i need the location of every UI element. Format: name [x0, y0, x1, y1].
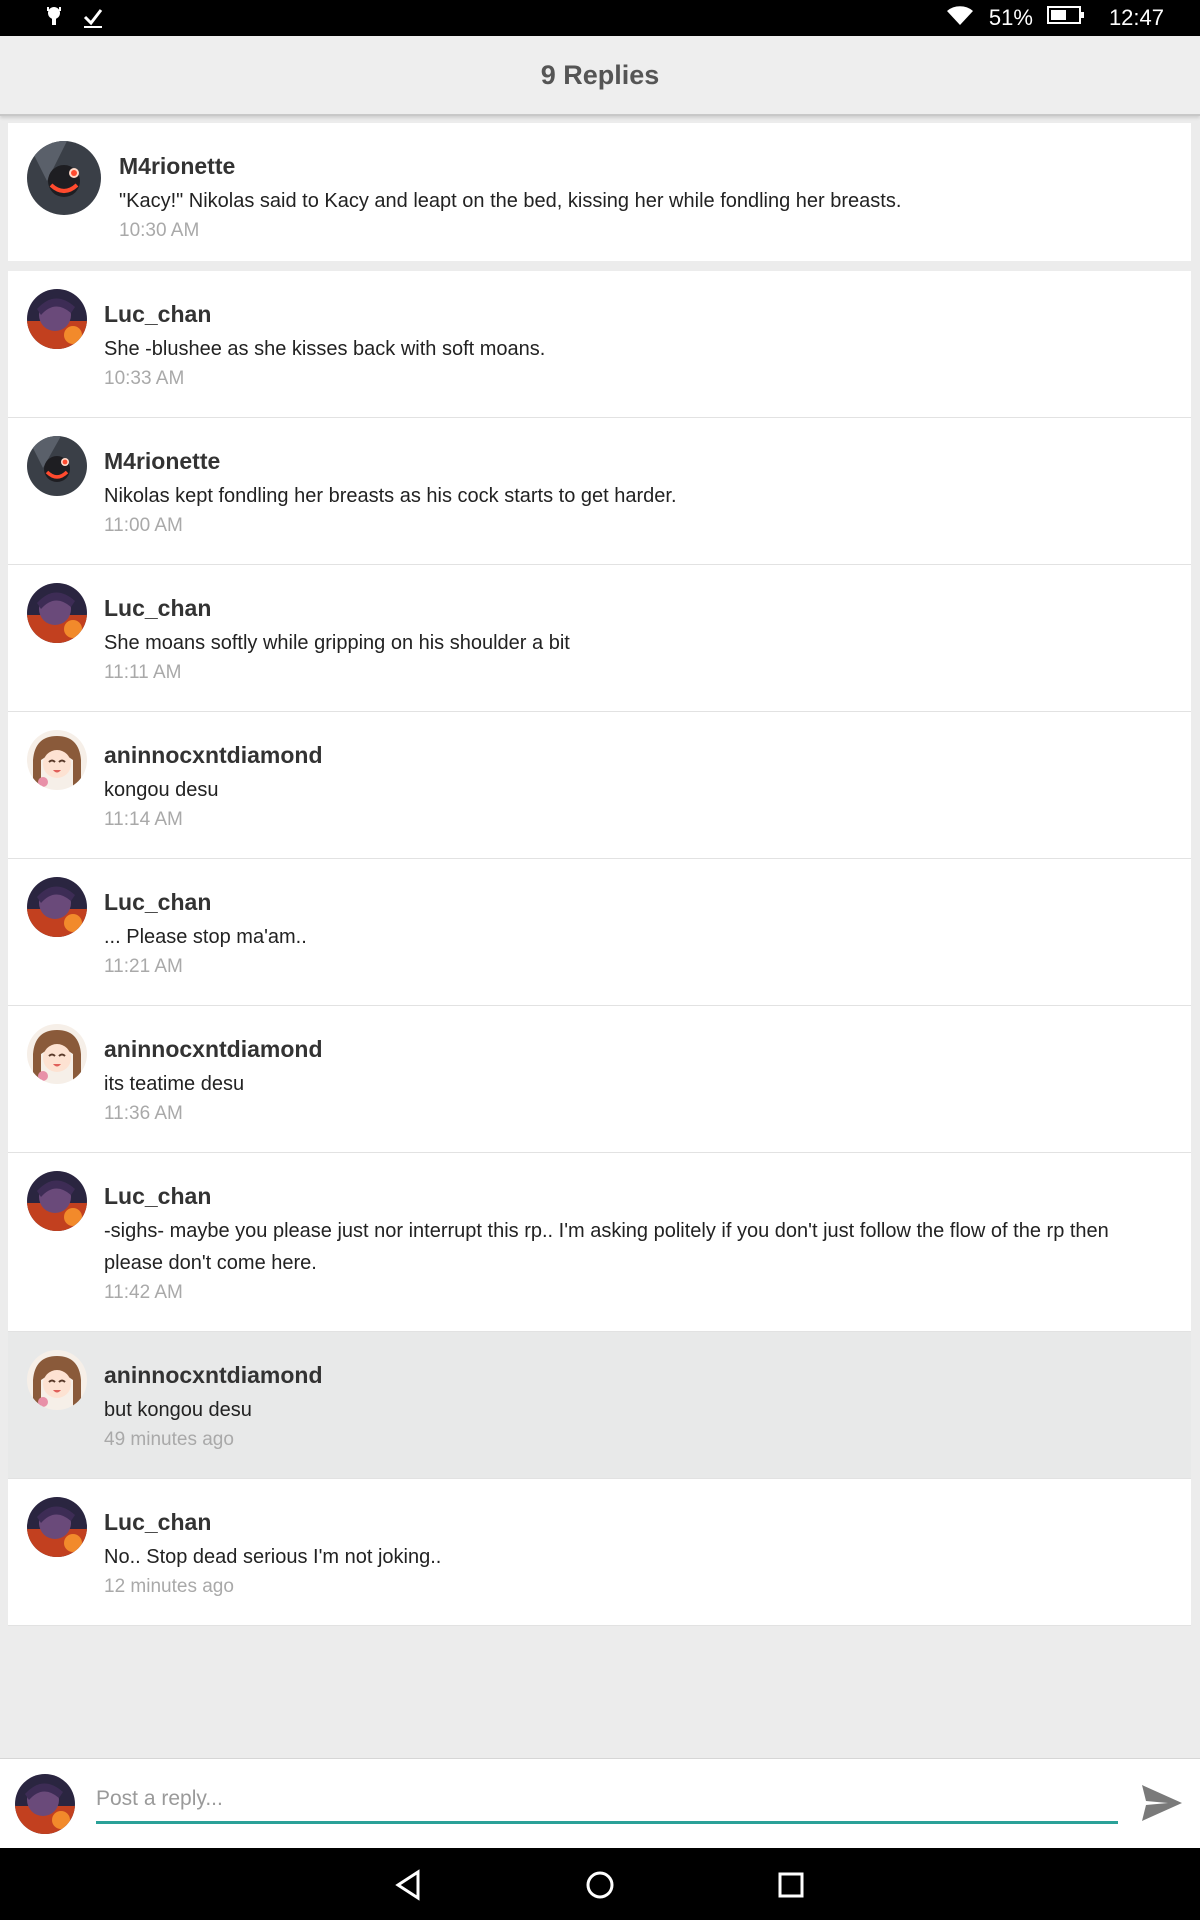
post-author[interactable]: M4rionette [119, 151, 1171, 181]
clock: 12:47 [1108, 5, 1164, 30]
reply-time: 11:42 AM [104, 1282, 183, 1303]
reply-author[interactable]: aninnocxntdiamond [104, 1034, 1151, 1064]
reply-author[interactable]: Luc_chan [104, 1181, 1151, 1211]
avatar[interactable] [27, 1350, 87, 1410]
reply-author[interactable]: aninnocxntdiamond [104, 1360, 1151, 1390]
reply-message: its teatime desu [104, 1073, 245, 1095]
reply-time: 49 minutes ago [104, 1429, 234, 1450]
reply-time: 11:00 AM [104, 515, 183, 536]
reply-item[interactable]: Luc_chan She -blushee as she kisses back … [8, 271, 1191, 418]
post-time: 10:30 AM [119, 220, 200, 241]
reply-item[interactable]: M4rionette Nikolas kept fondling her brea… [8, 418, 1191, 565]
reply-message: but kongou desu [104, 1399, 252, 1421]
post-message: "Kacy!" Nikolas said to Kacy and leapt o… [119, 190, 902, 212]
avatar[interactable] [27, 141, 101, 215]
reply-time: 11:14 AM [104, 809, 183, 830]
android-icon [46, 5, 62, 34]
reply-author[interactable]: Luc_chan [104, 299, 1151, 329]
reply-item[interactable]: Luc_chan ... Please stop ma'am.. 11:21 AM [8, 859, 1191, 1006]
check-icon [82, 5, 104, 34]
reply-item[interactable]: aninnocxntdiamond but kongou desu 49 minut… [8, 1332, 1191, 1479]
avatar[interactable] [27, 1024, 87, 1084]
reply-input[interactable] [96, 1777, 1118, 1824]
reply-time: 11:11 AM [104, 662, 182, 683]
reply-time: 11:21 AM [104, 956, 183, 977]
send-icon[interactable] [1140, 1783, 1184, 1823]
avatar[interactable] [27, 583, 87, 643]
avatar [15, 1774, 75, 1834]
status-bar: 51% 12:47 [0, 0, 1200, 36]
reply-item[interactable]: Luc_chan -sighs- maybe you please just no… [8, 1153, 1191, 1332]
reply-message: No.. Stop dead serious I'm not joking.. [104, 1546, 442, 1568]
reply-thread: M4rionette "Kacy!" Nikolas said to Kacy … [8, 123, 1191, 1626]
recents-icon[interactable] [774, 1868, 808, 1902]
home-icon[interactable] [583, 1868, 617, 1902]
battery-percent: 51% [988, 5, 1033, 30]
reply-author[interactable]: Luc_chan [104, 887, 1151, 917]
reply-message: Nikolas kept fondling her breasts as his… [104, 485, 677, 507]
page-title: 9 Replies [540, 59, 660, 90]
avatar[interactable] [27, 289, 87, 349]
reply-item[interactable]: aninnocxntdiamond kongou desu 11:14 AM [8, 712, 1191, 859]
reply-item[interactable]: Luc_chan She moans softly while gripping … [8, 565, 1191, 712]
reply-time: 10:33 AM [104, 368, 185, 389]
navigation-bar [0, 1848, 1200, 1920]
reply-message: She moans softly while gripping on his s… [104, 632, 570, 654]
avatar[interactable] [27, 1497, 87, 1557]
wifi-icon [945, 3, 975, 33]
battery-icon [1046, 4, 1085, 32]
reply-composer [0, 1758, 1200, 1849]
reply-item[interactable]: Luc_chan No.. Stop dead serious I'm not j… [8, 1479, 1191, 1626]
avatar[interactable] [27, 730, 87, 790]
reply-time: 12 minutes ago [104, 1576, 234, 1597]
reply-author[interactable]: M4rionette [104, 446, 1151, 476]
reply-time: 11:36 AM [104, 1103, 183, 1124]
reply-list: Luc_chan She -blushee as she kisses back … [8, 271, 1191, 1626]
reply-author[interactable]: aninnocxntdiamond [104, 740, 1151, 770]
reply-author[interactable]: Luc_chan [104, 1507, 1151, 1537]
reply-item[interactable]: aninnocxntdiamond its teatime desu 11:36 A… [8, 1006, 1191, 1153]
reply-message: -sighs- maybe you please just nor interr… [104, 1220, 1109, 1274]
original-post[interactable]: M4rionette "Kacy!" Nikolas said to Kacy … [8, 123, 1191, 261]
reply-author[interactable]: Luc_chan [104, 593, 1151, 623]
reply-message: ... Please stop ma'am.. [104, 926, 307, 948]
reply-message: She -blushee as she kisses back with sof… [104, 338, 546, 360]
avatar[interactable] [27, 1171, 87, 1231]
back-icon[interactable] [392, 1868, 426, 1902]
avatar[interactable] [27, 877, 87, 937]
app-bar: 9 Replies [0, 36, 1200, 116]
avatar[interactable] [27, 436, 87, 496]
reply-message: kongou desu [104, 779, 219, 801]
